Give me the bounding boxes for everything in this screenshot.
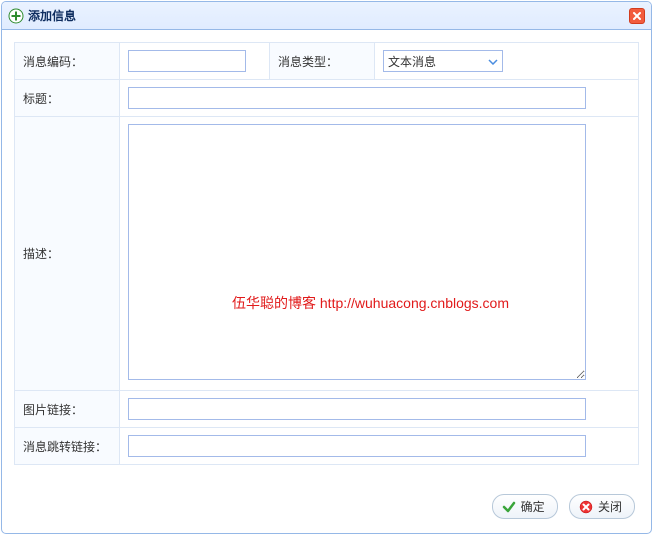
close-dialog-button-label: 关闭: [598, 498, 622, 515]
label-message-code: 消息编码：: [15, 43, 120, 80]
select-message-type-value: 文本消息: [388, 53, 436, 70]
dialog-add-info: 添加信息 消息编码： 消息类型： 文本消息: [1, 1, 652, 534]
cancel-icon: [578, 499, 594, 515]
label-image-link: 图片链接：: [15, 391, 120, 428]
chevron-down-icon: [488, 54, 498, 68]
button-bar: 确定 关闭: [2, 484, 651, 533]
input-jump-link[interactable]: [128, 435, 586, 457]
select-message-type[interactable]: 文本消息: [383, 50, 503, 72]
label-title: 标题：: [15, 80, 120, 117]
check-icon: [501, 499, 517, 515]
add-icon: [8, 8, 24, 24]
label-description: 描述：: [15, 117, 120, 391]
close-icon: [632, 11, 642, 21]
label-message-type: 消息类型：: [270, 43, 375, 80]
textarea-description[interactable]: [128, 124, 586, 380]
close-button[interactable]: [629, 8, 645, 24]
input-message-code[interactable]: [128, 50, 246, 72]
dialog-content: 消息编码： 消息类型： 文本消息 标题：: [2, 30, 651, 484]
dialog-title: 添加信息: [28, 7, 76, 24]
form-table: 消息编码： 消息类型： 文本消息 标题：: [14, 42, 639, 465]
close-dialog-button[interactable]: 关闭: [569, 494, 635, 519]
ok-button[interactable]: 确定: [492, 494, 558, 519]
ok-button-label: 确定: [521, 498, 545, 515]
input-image-link[interactable]: [128, 398, 586, 420]
label-jump-link: 消息跳转链接：: [15, 428, 120, 465]
titlebar: 添加信息: [2, 2, 651, 30]
input-title[interactable]: [128, 87, 586, 109]
